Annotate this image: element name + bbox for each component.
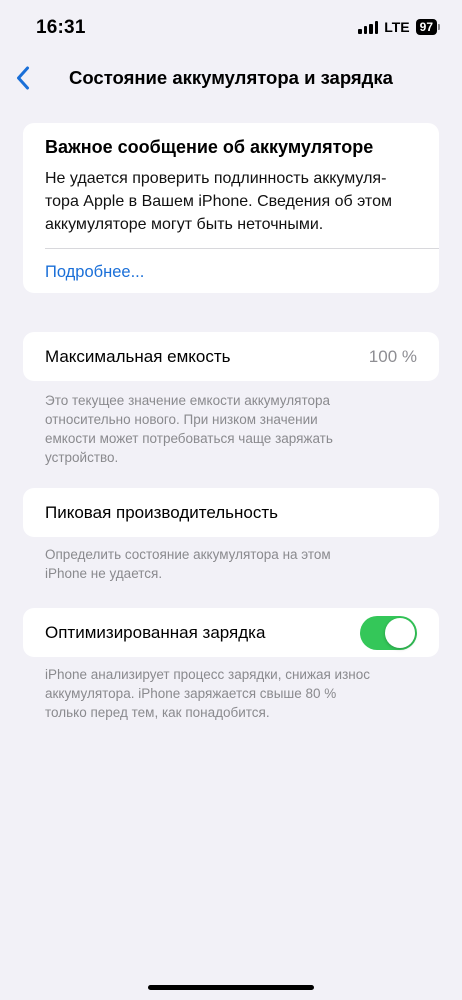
peak-performance-label: Пиковая производительность xyxy=(45,502,279,522)
peak-performance-footnote: Определить состояние аккумулятора на это… xyxy=(45,545,425,583)
page-title: Состояние аккумулятора и зарядка xyxy=(69,67,393,88)
battery-icon: 97 xyxy=(415,19,440,35)
footnote-line: устройство. xyxy=(45,450,119,465)
battery-tip xyxy=(438,24,440,30)
notice-body-line: Не удается проверить подлинность аккумул… xyxy=(45,170,387,187)
footnote-line: емкости может потребоваться чаще заряжат… xyxy=(45,431,333,446)
max-capacity-value: 100 % xyxy=(368,346,417,366)
footnote-line: только перед тем, как понадобится. xyxy=(45,705,270,720)
learn-more-link[interactable]: Подробнее... xyxy=(45,263,417,282)
notice-divider xyxy=(45,248,439,249)
optimized-charging-row: Оптимизированная зарядка xyxy=(23,608,439,657)
footnote-line: Это текущее значение емкости аккумулятор… xyxy=(45,393,330,408)
network-type: LTE xyxy=(384,19,410,35)
notice-body-line: тора Apple в Вашем iPhone. Сведения об э… xyxy=(45,193,392,210)
battery-level: 97 xyxy=(415,19,437,35)
footnote-line: относительно нового. При низком значении xyxy=(45,412,318,427)
home-indicator[interactable] xyxy=(148,985,314,990)
footnote-line: аккумулятора. iPhone заряжается свыше 80… xyxy=(45,686,337,701)
status-time: 16:31 xyxy=(36,17,86,38)
toggle-knob xyxy=(385,617,415,648)
navigation-bar: Состояние аккумулятора и зарядка xyxy=(0,54,462,102)
peak-performance-row: Пиковая производительность xyxy=(23,488,439,537)
max-capacity-footnote: Это текущее значение емкости аккумулятор… xyxy=(45,391,425,467)
optimized-charging-footnote: iPhone анализирует процесс зарядки, сниж… xyxy=(45,665,425,722)
status-bar: 16:31 LTE 97 xyxy=(0,0,462,54)
max-capacity-label: Максимальная емкость xyxy=(45,346,231,366)
footnote-line: iPhone анализирует процесс зарядки, сниж… xyxy=(45,667,371,682)
footnote-line: Определить состояние аккумулятора на это… xyxy=(45,547,331,562)
optimized-charging-label: Оптимизированная зарядка xyxy=(45,622,266,642)
notice-body: Не удается проверить подлинность аккумул… xyxy=(45,167,417,236)
cellular-signal-icon xyxy=(358,20,379,34)
battery-notice-card: Важное сообщение об аккумуляторе Не удае… xyxy=(23,123,439,293)
optimized-charging-toggle[interactable] xyxy=(360,615,417,650)
notice-body-line: аккумуляторе могут быть неточными. xyxy=(45,216,324,233)
max-capacity-row: Максимальная емкость 100 % xyxy=(23,332,439,381)
footnote-line: iPhone не удается. xyxy=(45,566,163,581)
status-indicators: LTE 97 xyxy=(358,19,440,35)
notice-title: Важное сообщение об аккумуляторе xyxy=(45,137,374,157)
